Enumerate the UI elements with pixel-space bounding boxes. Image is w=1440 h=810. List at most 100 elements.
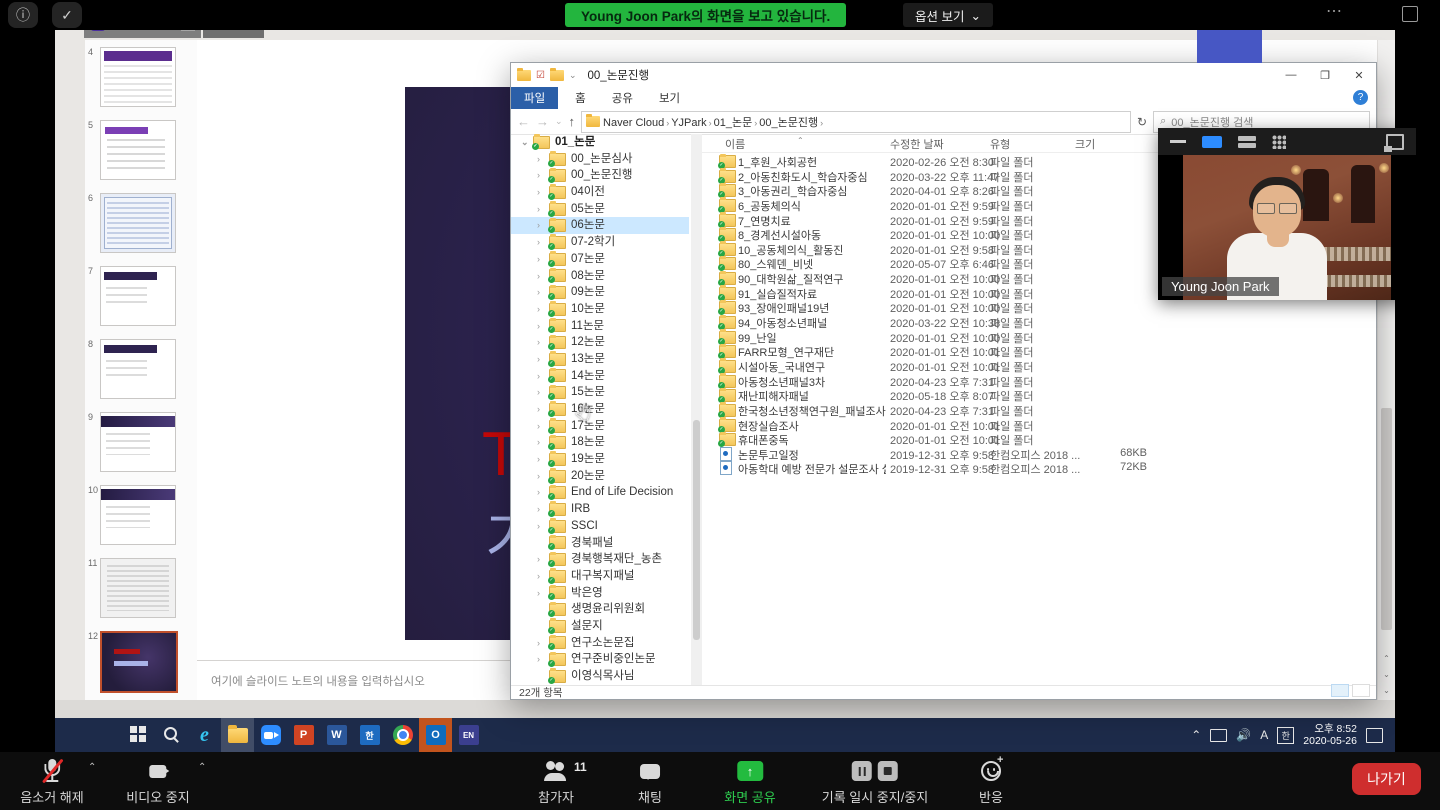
column-header-date[interactable]: 수정한 날짜	[890, 136, 944, 152]
ribbon-tab-file[interactable]: 파일	[511, 87, 558, 109]
active-speaker-view-icon[interactable]	[1202, 136, 1222, 148]
maximize-button[interactable]: ❐	[1308, 63, 1342, 87]
slide-thumbnail-12[interactable]	[100, 631, 178, 693]
tree-item[interactable]: ›✓End of Life Decision	[511, 484, 689, 501]
slide-thumbnail-4[interactable]	[100, 47, 176, 107]
breadcrumb-segment[interactable]: Naver Cloud	[603, 117, 664, 129]
slide-thumbnail-5[interactable]	[100, 120, 176, 180]
breadcrumb-segment[interactable]: 01_논문	[714, 117, 753, 129]
slide-thumbnail-10[interactable]	[100, 485, 176, 545]
tree-scrollbar[interactable]	[691, 134, 702, 687]
expander-icon[interactable]: ›	[537, 468, 549, 485]
search-button[interactable]	[155, 718, 188, 752]
history-caret-icon[interactable]: ⌄	[555, 116, 563, 127]
up-icon[interactable]: ↑	[569, 114, 576, 129]
explorer-title-bar[interactable]: ☑ ⌄ 00_논문진행 — ❐ ✕	[511, 63, 1376, 87]
action-center-icon[interactable]	[1366, 728, 1383, 743]
expander-icon[interactable]: ›	[537, 651, 549, 668]
strip-view-icon[interactable]	[1238, 136, 1256, 148]
tree-item[interactable]: ›✓13논문	[511, 351, 689, 368]
expander-icon[interactable]: ›	[537, 585, 549, 602]
quick-access-folder-icon[interactable]	[550, 70, 564, 81]
table-row[interactable]: ✓한국청소년정책연구원_패널조사2020-04-23 오후 7:31파일 폴더	[702, 402, 1376, 417]
expander-icon[interactable]: ›	[537, 251, 549, 268]
expander-icon[interactable]: ›	[537, 384, 549, 401]
tree-item[interactable]: ›✓14논문	[511, 368, 689, 385]
details-view-button[interactable]	[1331, 684, 1349, 697]
table-row[interactable]: ✓93_장애인패널19년2020-01-01 오전 10:00파일 폴더	[702, 299, 1376, 314]
quick-access-caret-icon[interactable]: ⌄	[569, 70, 577, 81]
tree-item[interactable]: ›✓18논문	[511, 434, 689, 451]
icons-view-button[interactable]	[1352, 684, 1370, 697]
expander-icon[interactable]: ›	[537, 418, 549, 435]
tree-item[interactable]: ✓설문지	[511, 618, 689, 635]
file-explorer-icon[interactable]	[221, 718, 254, 752]
gallery-view-icon[interactable]	[1272, 135, 1286, 149]
expander-icon[interactable]: ›	[537, 167, 549, 184]
tree-item[interactable]: ›✓연구소논문집	[511, 635, 689, 652]
tree-item[interactable]: ›✓16논문	[511, 401, 689, 418]
tree-item[interactable]: ›✓06논문	[511, 217, 689, 234]
tree-item[interactable]: ✓이영식목사님	[511, 668, 689, 685]
help-icon[interactable]: ?	[1353, 90, 1368, 105]
expander-icon[interactable]: ›	[537, 351, 549, 368]
scrollbar-thumb[interactable]	[1381, 408, 1392, 630]
tree-item[interactable]: ›✓07-2학기	[511, 234, 689, 251]
popout-view-icon[interactable]	[1386, 134, 1404, 150]
table-row[interactable]: ✓시설아동_국내연구2020-01-01 오전 10:01파일 폴더	[702, 358, 1376, 373]
tree-item[interactable]: ›✓연구준비중인논문	[511, 651, 689, 668]
breadcrumb-segment[interactable]: 00_논문진행	[759, 117, 818, 129]
tree-item[interactable]: ›✓10논문	[511, 301, 689, 318]
tree-item[interactable]: ✓생명윤리위원회	[511, 601, 689, 618]
mic-options-chevron[interactable]: ⌃	[88, 762, 96, 773]
pause-recording-icon[interactable]	[852, 761, 872, 781]
column-header-type[interactable]: 유형	[990, 136, 1010, 152]
ime-latin-indicator[interactable]: A	[1260, 728, 1268, 742]
table-row[interactable]: ✓현장실습조사2020-01-01 오전 10:01파일 폴더	[702, 417, 1376, 432]
tree-item[interactable]: ›✓SSCI	[511, 518, 689, 535]
next-slide-button[interactable]: ⌄	[1380, 668, 1393, 682]
unmute-button[interactable]: 음소거 해제	[20, 758, 83, 806]
leave-meeting-button[interactable]: 나가기	[1352, 763, 1421, 795]
tree-item[interactable]: ›✓20논문	[511, 468, 689, 485]
breadcrumb-segment[interactable]: YJPark	[671, 117, 706, 129]
tree-item[interactable]: ›✓04이전	[511, 184, 689, 201]
hancom-hwp-icon[interactable]: 한	[353, 718, 386, 752]
video-options-chevron[interactable]: ⌃	[198, 762, 206, 773]
tree-item[interactable]: ›✓15논문	[511, 384, 689, 401]
stop-video-button[interactable]: 비디오 중지	[126, 758, 189, 806]
table-row[interactable]: ✓아동청소년패널3차2020-04-23 오후 7:31파일 폴더	[702, 373, 1376, 388]
minimize-video-icon[interactable]	[1170, 140, 1186, 143]
tree-item[interactable]: ›✓17논문	[511, 418, 689, 435]
info-icon[interactable]: ⓘ	[8, 2, 38, 28]
expander-icon[interactable]: ›	[537, 334, 549, 351]
ribbon-tab-view[interactable]: 보기	[646, 87, 693, 109]
pause-stop-recording-button[interactable]: 기록 일시 중지/중지	[822, 758, 929, 806]
close-button[interactable]: ✕	[1342, 63, 1376, 87]
slide-thumbnail-9[interactable]	[100, 412, 176, 472]
expander-icon[interactable]: ›	[537, 568, 549, 585]
table-row[interactable]: ✓휴대폰중독2020-01-01 오전 10:01파일 폴더	[702, 431, 1376, 446]
slide-thumbnail-6[interactable]	[100, 193, 176, 253]
ribbon-tab-home[interactable]: 홈	[562, 87, 599, 109]
stop-recording-icon[interactable]	[878, 761, 898, 781]
expander-icon[interactable]: ›	[537, 284, 549, 301]
table-row[interactable]: ✓94_아동청소년패널2020-03-22 오전 10:38파일 폴더	[702, 314, 1376, 329]
fullscreen-icon[interactable]	[1402, 6, 1418, 22]
refresh-icon[interactable]: ↻	[1137, 115, 1147, 129]
tree-item[interactable]: ›✓05논문	[511, 201, 689, 218]
expander-icon[interactable]: ›	[537, 151, 549, 168]
start-button[interactable]	[122, 718, 155, 752]
scrollbar-thumb[interactable]	[693, 420, 700, 640]
tree-item[interactable]: ⌄✓01_논문	[511, 134, 689, 151]
chat-button[interactable]: 채팅	[638, 758, 662, 806]
table-row[interactable]: 아동학대 예방 전문가 설문조사 설문지2019-12-31 오후 9:58한컴…	[702, 460, 1376, 475]
tree-item[interactable]: ›✓박은영	[511, 585, 689, 602]
tree-item[interactable]: ›✓대구복지패널	[511, 568, 689, 585]
expander-icon[interactable]: ›	[537, 217, 549, 234]
more-options-icon[interactable]: ⋯	[1326, 1, 1343, 21]
address-box[interactable]: Naver Cloud›YJPark›01_논문›00_논문진행›	[581, 111, 1131, 133]
expander-icon[interactable]: ›	[537, 318, 549, 335]
internet-explorer-icon[interactable]: e	[188, 718, 221, 752]
view-options-button[interactable]: 옵션 보기 ⌄	[903, 3, 993, 27]
